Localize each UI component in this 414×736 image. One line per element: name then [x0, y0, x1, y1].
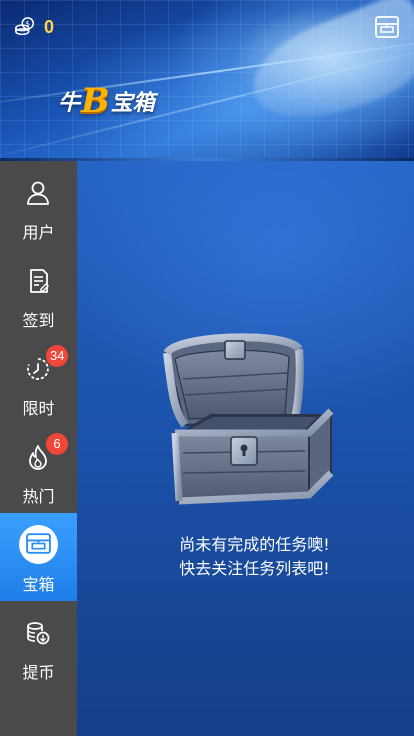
sidebar-item-user[interactable]: 用户	[0, 161, 77, 249]
treasure-box-icon[interactable]	[374, 14, 400, 40]
svg-text:$: $	[25, 19, 30, 28]
sidebar-item-label: 限时	[22, 399, 55, 418]
sidebar-item-label: 热门	[22, 487, 55, 506]
app-logo: 牛 B 宝箱	[58, 76, 155, 126]
main-content: 尚未有完成的任务噢! 快去关注任务列表吧!	[77, 161, 414, 736]
sidebar-item-label: 签到	[22, 311, 55, 330]
sidebar-item-label: 用户	[22, 223, 55, 242]
logo-text-part1: 牛	[58, 91, 81, 116]
logo-text-part2: B	[81, 81, 110, 121]
sidebar-item-label: 宝箱	[22, 575, 55, 594]
hot-badge: 6	[46, 433, 68, 455]
sidebar-item-treasure-box[interactable]: 宝箱	[0, 513, 77, 601]
empty-state-message: 尚未有完成的任务噢! 快去关注任务列表吧!	[77, 533, 414, 581]
limited-time-badge: 34	[46, 345, 69, 367]
user-icon	[27, 181, 49, 205]
checkin-icon	[30, 269, 49, 293]
sidebar-nav: 用户 签到 34 限时 6 热门 宝箱 提币	[0, 161, 77, 736]
treasure-chest-illustration	[163, 333, 334, 505]
sidebar-item-label: 提币	[22, 663, 55, 682]
sidebar-item-checkin[interactable]: 签到	[0, 249, 77, 337]
treasure-box-icon	[26, 533, 51, 554]
sidebar-item-withdraw[interactable]: 提币	[0, 601, 77, 689]
empty-state-line2: 快去关注任务列表吧!	[179, 559, 330, 578]
coin-balance: $ 0	[14, 16, 54, 38]
empty-state-line1: 尚未有完成的任务噢!	[179, 535, 330, 554]
withdraw-coin-icon	[27, 622, 50, 645]
logo-text-part3: 宝箱	[110, 91, 155, 116]
sidebar-item-limited-time[interactable]: 34 限时	[0, 337, 77, 425]
header-banner: $ 0 牛 B 宝箱	[0, 0, 414, 160]
sidebar-item-hot[interactable]: 6 热门	[0, 425, 77, 513]
coin-stack-icon: $	[15, 17, 34, 36]
coin-count: 0	[44, 16, 55, 37]
